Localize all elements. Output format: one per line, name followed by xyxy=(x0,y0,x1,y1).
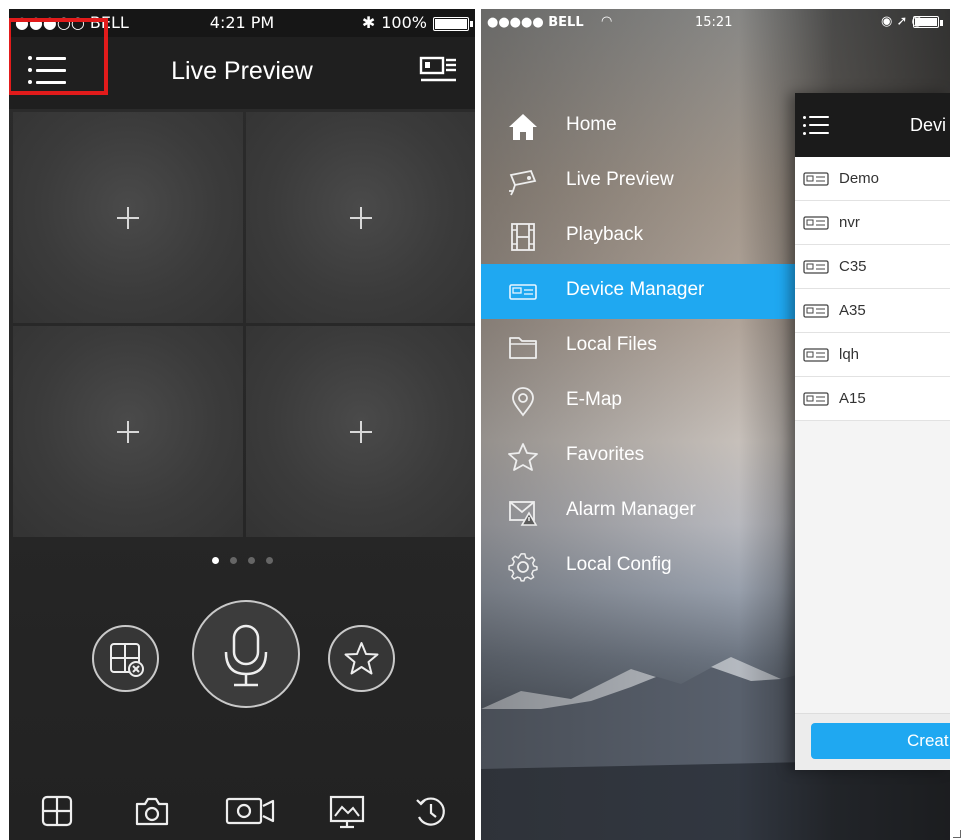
menu-item-alarm-manager[interactable]: Alarm Manager xyxy=(481,484,797,539)
battery-percent: ✱ 100% xyxy=(361,13,427,32)
close-all-button[interactable] xyxy=(92,625,159,692)
device-row[interactable]: lqh xyxy=(795,333,950,377)
dvr-icon xyxy=(803,260,829,274)
bottom-toolbar xyxy=(9,779,475,840)
menu-item-label: Live Preview xyxy=(566,169,674,190)
menu-item-e-map[interactable]: E-Map xyxy=(481,374,797,429)
carrier-label: ●●●●● BELL xyxy=(487,15,584,30)
talk-button[interactable] xyxy=(192,600,300,708)
panel-header: Devi xyxy=(795,93,950,157)
page-dot[interactable] xyxy=(212,557,219,564)
star-icon xyxy=(508,443,538,471)
dvr-icon xyxy=(803,172,829,186)
battery-icon xyxy=(913,16,943,28)
menu-item-label: Playback xyxy=(566,224,644,245)
preview-cell[interactable] xyxy=(13,326,243,537)
device-row[interactable]: C35 xyxy=(795,245,950,289)
dvr-icon xyxy=(509,284,537,300)
device-name: A15 xyxy=(839,390,866,407)
wifi-icon: ◠ xyxy=(601,14,613,29)
menu-item-favorites[interactable]: Favorites xyxy=(481,429,797,484)
menu-item-home[interactable]: Home xyxy=(481,99,797,154)
record-icon[interactable] xyxy=(225,795,277,827)
menu-item-label: Local Config xyxy=(566,554,672,575)
menu-item-live-preview[interactable]: Live Preview xyxy=(481,154,797,209)
camera-icon xyxy=(509,169,537,196)
create-button[interactable]: Creat xyxy=(811,723,950,759)
preview-cell[interactable] xyxy=(13,112,243,323)
map-pin-icon xyxy=(512,387,534,417)
add-icon xyxy=(117,206,139,229)
device-list-icon[interactable] xyxy=(419,54,459,86)
device-manager-panel: Devi Demo nvr C35 A35 lqh A15 Creat xyxy=(795,93,950,770)
menu-item-local-files[interactable]: Local Files xyxy=(481,319,797,374)
dvr-icon xyxy=(803,304,829,318)
menu-icon[interactable] xyxy=(803,116,829,136)
add-icon xyxy=(350,420,372,443)
bluetooth-icon: ✱ xyxy=(361,13,376,32)
folder-icon xyxy=(509,337,537,359)
status-bar: ●●●●● BELL ◠ 15:21 ◉ ➚ ◎ xyxy=(481,9,950,35)
menu-highlight-box xyxy=(9,18,108,95)
alarm-mail-icon xyxy=(509,501,538,526)
favorite-button[interactable] xyxy=(328,625,395,692)
snapshot-icon[interactable] xyxy=(134,795,170,827)
preview-cell[interactable] xyxy=(246,112,475,323)
side-menu-screen: ●●●●● BELL ◠ 15:21 ◉ ➚ ◎ Home Live Previ… xyxy=(481,9,950,840)
history-icon[interactable] xyxy=(414,795,448,829)
preview-cell[interactable] xyxy=(246,326,475,537)
menu-item-label: Device Manager xyxy=(566,279,705,300)
star-icon xyxy=(344,642,379,675)
menu-item-playback[interactable]: Playback xyxy=(481,209,797,264)
panel-title: Devi xyxy=(910,115,947,135)
menu-item-label: Home xyxy=(566,114,617,135)
panel-footer: Creat xyxy=(795,713,950,770)
add-icon xyxy=(117,420,139,443)
device-row[interactable]: Demo xyxy=(795,157,950,201)
page-indicator xyxy=(212,551,284,569)
add-icon xyxy=(350,206,372,229)
device-name: nvr xyxy=(839,214,860,231)
menu-item-local-config[interactable]: Local Config xyxy=(481,539,797,594)
dvr-icon xyxy=(803,348,829,362)
device-row[interactable]: nvr xyxy=(795,201,950,245)
menu-item-label: Favorites xyxy=(566,444,645,465)
device-name: A35 xyxy=(839,302,866,319)
live-preview-screen: ●●●○○ BELL 4:21 PM ✱ 100% Live Preview xyxy=(9,9,475,840)
device-name: lqh xyxy=(839,346,860,363)
gear-icon xyxy=(508,553,538,582)
device-name: C35 xyxy=(839,258,867,275)
picture-mode-icon[interactable] xyxy=(329,795,365,829)
battery-icon xyxy=(433,17,473,31)
dvr-icon xyxy=(803,392,829,406)
menu-item-label: Alarm Manager xyxy=(566,499,696,520)
dvr-icon xyxy=(803,216,829,230)
device-row[interactable]: A15 xyxy=(795,377,950,421)
film-icon xyxy=(511,223,535,251)
split-screen-icon[interactable] xyxy=(41,795,73,827)
device-name: Demo xyxy=(839,170,880,187)
page-dot[interactable] xyxy=(266,557,273,564)
menu-item-label: E-Map xyxy=(566,389,622,410)
page-dot[interactable] xyxy=(248,557,255,564)
page-dot[interactable] xyxy=(230,557,237,564)
menu-item-label: Local Files xyxy=(566,334,657,355)
preview-grid xyxy=(13,112,475,538)
corner-mark xyxy=(953,830,961,838)
clock: 15:21 xyxy=(695,15,733,30)
device-row[interactable]: A35 xyxy=(795,289,950,333)
microphone-icon xyxy=(224,624,268,687)
home-icon xyxy=(509,114,537,140)
close-all-icon xyxy=(110,643,144,677)
menu-item-device-manager[interactable]: Device Manager xyxy=(481,264,797,319)
